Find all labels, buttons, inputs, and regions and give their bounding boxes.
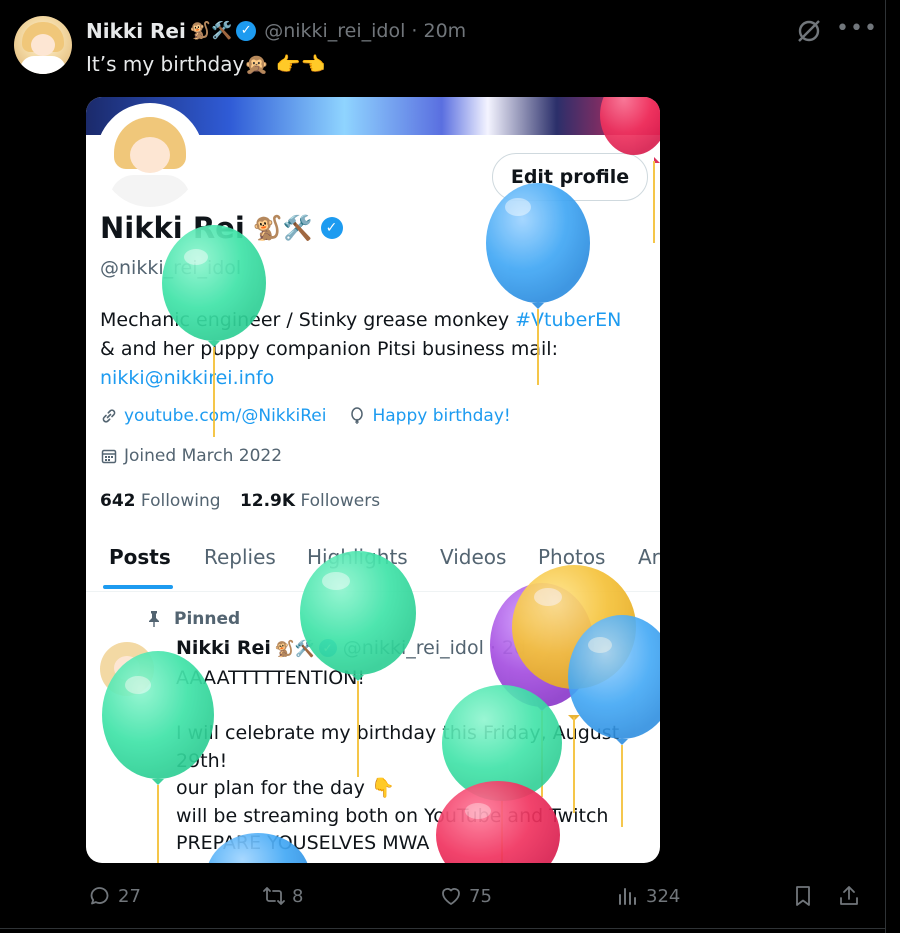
joined-row: Joined March 2022 bbox=[100, 446, 282, 466]
profile-emoji: 🐒🛠️ bbox=[252, 214, 313, 242]
pinned-emoji: 🐒🛠️ bbox=[274, 638, 315, 658]
share-button[interactable] bbox=[837, 884, 867, 908]
tab-videos: Videos bbox=[440, 545, 507, 569]
bio-hashtag: #VtuberEN bbox=[515, 309, 622, 331]
tab-articles: Ar bbox=[638, 545, 660, 569]
profile-name: Nikki Rei bbox=[100, 211, 245, 245]
tab-highlights: Highlights bbox=[307, 545, 408, 569]
bio-text: Mechanic engineer / Stinky grease monkey bbox=[100, 309, 516, 331]
bio-text-2: & and her puppy companion Pitsi business… bbox=[100, 338, 558, 360]
views-count: 324 bbox=[646, 885, 681, 907]
views-button[interactable]: 324 bbox=[616, 884, 680, 908]
followers-count: 12.9K bbox=[239, 491, 296, 511]
profile-handle: @nikki_rei_idol bbox=[100, 257, 242, 279]
calendar-icon bbox=[101, 449, 117, 464]
profile-tabs: Posts Replies Highlights Videos Photos A… bbox=[86, 533, 660, 592]
reply-count: 27 bbox=[118, 885, 141, 907]
pinned-author: Nikki Rei bbox=[176, 637, 271, 659]
profile-screenshot[interactable]: Edit profile Nikki Rei 🐒🛠️ ✓ @nikki_rei_… bbox=[86, 97, 660, 863]
profile-meta-row: youtube.com/@NikkiRei Happy birthday! bbox=[100, 406, 511, 426]
follow-stats: 642 Following 12.9K Followers bbox=[100, 491, 380, 511]
link-icon bbox=[102, 409, 116, 423]
profile-name-row: Nikki Rei 🐒🛠️ ✓ bbox=[100, 211, 343, 245]
following-count: 642 bbox=[100, 491, 136, 511]
tweet-text: It’s my birthday🙊 👉👈 bbox=[86, 52, 326, 76]
repost-count: 8 bbox=[292, 885, 304, 907]
birthday-text: Happy birthday! bbox=[372, 406, 511, 426]
views-icon bbox=[619, 888, 636, 905]
pinned-label: Pinned bbox=[174, 609, 241, 629]
tweet-header: Nikki Rei 🐒🛠️ ✓ @nikki_rei_idol · 20m bbox=[86, 18, 466, 44]
pinned-handle: @nikki_rei_idol · 2d bbox=[342, 637, 527, 659]
website-link: youtube.com/@NikkiRei bbox=[124, 406, 327, 426]
pinned-text: AAAATTTTTENTION! I will celebrate my bir… bbox=[176, 667, 620, 854]
share-icon bbox=[840, 886, 858, 905]
tab-posts: Posts bbox=[109, 545, 171, 569]
verified-icon: ✓ bbox=[236, 21, 257, 41]
author-name[interactable]: Nikki Rei bbox=[86, 19, 186, 43]
bookmark-icon bbox=[796, 886, 810, 906]
author-handle[interactable]: @nikki_rei_idol bbox=[264, 20, 405, 42]
reply-icon bbox=[90, 887, 109, 905]
repost-icon bbox=[263, 887, 285, 905]
tab-replies: Replies bbox=[204, 545, 276, 569]
pinned-header: Nikki Rei 🐒🛠️ ✓ @nikki_rei_idol · 2d bbox=[176, 637, 526, 659]
like-button[interactable]: 75 bbox=[439, 884, 492, 908]
grok-icon[interactable] bbox=[796, 18, 822, 44]
pinned-avatar bbox=[100, 642, 154, 696]
author-emoji: 🐒🛠️ bbox=[189, 21, 233, 41]
pinned-label-row: Pinned bbox=[146, 609, 240, 629]
active-tab-indicator bbox=[103, 585, 173, 589]
repost-button[interactable]: 8 bbox=[262, 884, 303, 908]
author-avatar[interactable] bbox=[14, 16, 72, 74]
bio-email: nikki@nikkirei.info bbox=[100, 367, 275, 389]
action-bar: 27 8 75 324 bbox=[0, 884, 886, 912]
verified-icon: ✓ bbox=[318, 639, 337, 657]
like-icon bbox=[442, 888, 460, 905]
profile-avatar bbox=[96, 103, 204, 211]
verified-icon: ✓ bbox=[320, 217, 343, 239]
tweet-time[interactable]: · 20m bbox=[411, 20, 466, 42]
balloon-icon bbox=[351, 407, 364, 424]
profile-bio: Mechanic engineer / Stinky grease monkey… bbox=[100, 306, 646, 393]
joined-text: Joined March 2022 bbox=[124, 446, 283, 466]
tab-photos: Photos bbox=[538, 545, 606, 569]
like-count: 75 bbox=[469, 885, 492, 907]
more-icon[interactable]: ••• bbox=[836, 16, 878, 41]
followers-label: Followers bbox=[300, 491, 381, 511]
bookmark-button[interactable] bbox=[791, 884, 821, 908]
following-label: Following bbox=[140, 491, 221, 511]
column-border bbox=[885, 0, 886, 933]
reply-button[interactable]: 27 bbox=[88, 884, 141, 908]
post-divider bbox=[0, 928, 886, 929]
edit-profile-button: Edit profile bbox=[492, 153, 648, 201]
pin-icon bbox=[149, 611, 159, 627]
